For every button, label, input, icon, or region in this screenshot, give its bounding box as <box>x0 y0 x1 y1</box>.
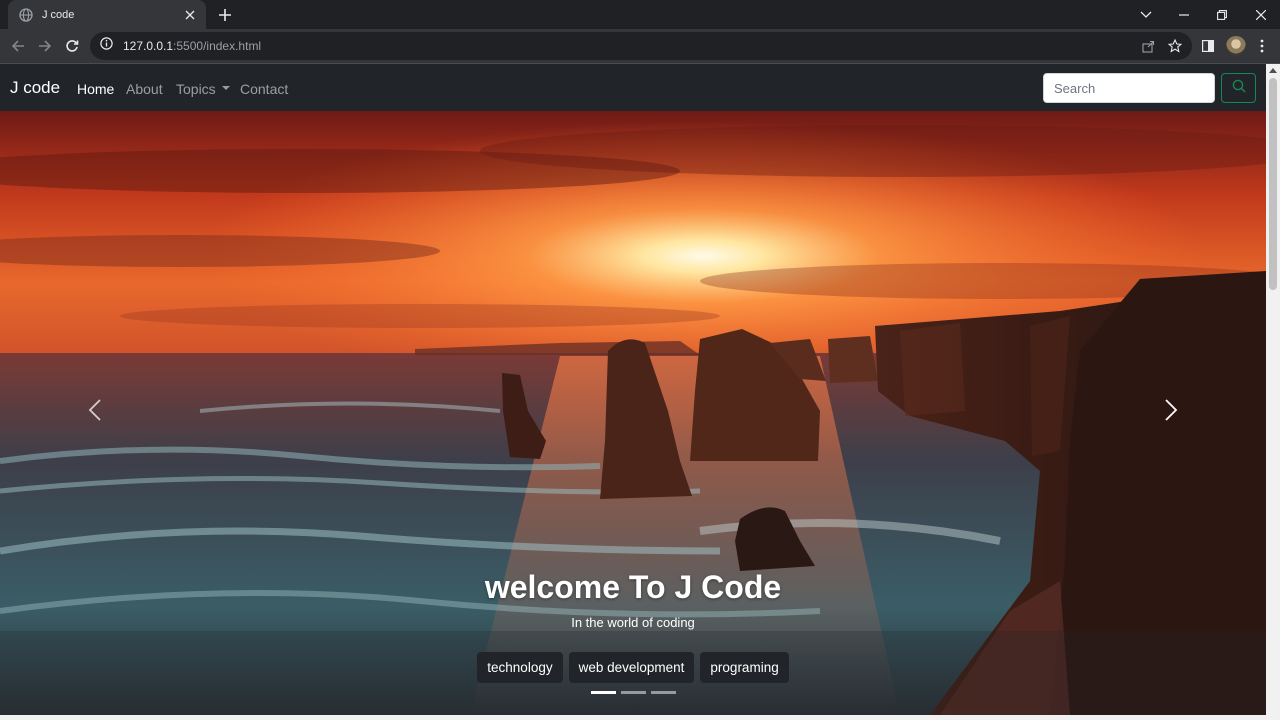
nav-link-about[interactable]: About <box>126 81 163 97</box>
carousel-next-button[interactable] <box>1156 397 1186 427</box>
globe-icon <box>18 7 34 23</box>
carousel-prev-button[interactable] <box>80 397 110 427</box>
side-panel-icon[interactable] <box>1199 37 1217 55</box>
carousel-indicator-1[interactable] <box>590 691 616 694</box>
minimize-icon[interactable] <box>1165 0 1203 29</box>
page-viewport: J code Home About Topics Contact Search … <box>0 64 1266 715</box>
dropdown-caret-icon <box>221 86 230 91</box>
chip-technology[interactable]: technology <box>477 652 563 683</box>
tab-strip: J code <box>0 0 1280 29</box>
hero-heading: welcome To J Code <box>484 569 782 605</box>
vertical-scrollbar[interactable] <box>1266 64 1280 715</box>
bookmark-star-icon[interactable] <box>1167 38 1183 54</box>
chip-programing[interactable]: programing <box>700 652 789 683</box>
browser-toolbar: 127.0.0.1:5500/index.html <box>0 29 1280 63</box>
hero-carousel: welcome To J Code In the world of coding… <box>0 111 1266 715</box>
restore-icon[interactable] <box>1203 0 1241 29</box>
forward-icon[interactable] <box>32 33 58 59</box>
nav-link-topics[interactable]: Topics <box>176 81 230 97</box>
hero-subheading: In the world of coding <box>571 615 695 630</box>
search-icon <box>1232 79 1246 98</box>
search-button[interactable] <box>1221 73 1256 103</box>
nav-link-topics-label: Topics <box>176 81 216 97</box>
nav-link-contact[interactable]: Contact <box>240 81 288 97</box>
tab-search-icon[interactable] <box>1127 0 1165 29</box>
back-icon[interactable] <box>5 33 31 59</box>
profile-avatar[interactable] <box>1226 36 1246 56</box>
close-window-icon[interactable] <box>1242 0 1280 29</box>
url-text: 127.0.0.1:5500/index.html <box>123 39 262 53</box>
scrollbar-thumb[interactable] <box>1269 78 1277 290</box>
chevron-left-icon <box>88 398 102 426</box>
chip-web-development[interactable]: web development <box>568 652 695 683</box>
chevron-right-icon <box>1164 398 1178 426</box>
carousel-caption: welcome To J Code In the world of coding <box>0 569 1266 630</box>
topic-chips: technology web development programing <box>0 652 1266 683</box>
info-icon[interactable] <box>100 37 113 55</box>
search-input[interactable] <box>1043 73 1215 103</box>
share-icon[interactable] <box>1140 38 1156 54</box>
carousel-indicator-2[interactable] <box>620 691 646 694</box>
carousel-indicators <box>0 691 1266 694</box>
reload-icon[interactable] <box>59 33 85 59</box>
address-bar[interactable]: 127.0.0.1:5500/index.html <box>90 32 1192 60</box>
bottom-edge <box>0 715 1280 720</box>
more-menu-icon[interactable] <box>1253 37 1271 55</box>
carousel-indicator-3[interactable] <box>650 691 676 694</box>
scroll-up-arrow-icon[interactable] <box>1269 68 1277 73</box>
new-tab-button[interactable] <box>214 4 236 26</box>
navbar: J code Home About Topics Contact <box>0 64 1266 111</box>
navbar-brand[interactable]: J code <box>10 78 60 98</box>
browser-tab[interactable]: J code <box>8 0 206 29</box>
nav-link-home[interactable]: Home <box>77 81 114 97</box>
close-tab-icon[interactable] <box>182 7 198 23</box>
tab-title: J code <box>42 8 75 21</box>
